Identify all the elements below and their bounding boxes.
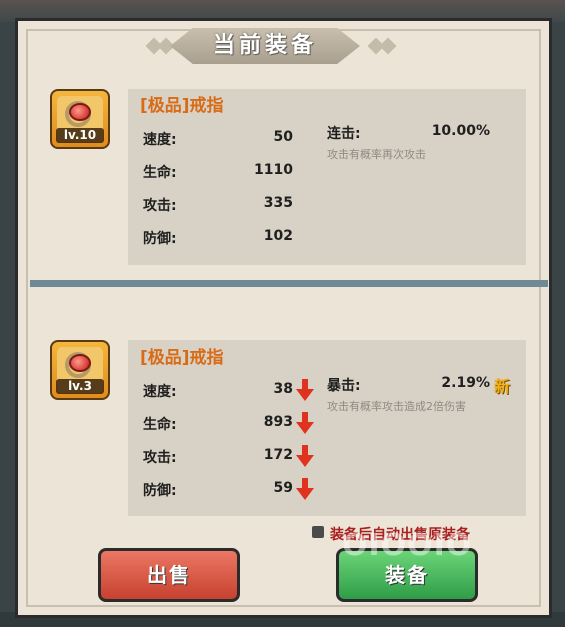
- current-ring-icon[interactable]: lv.10: [50, 89, 110, 149]
- stat-label: 生命:: [143, 417, 177, 433]
- stat-value: 50: [273, 129, 293, 145]
- stat-value: 893: [263, 414, 293, 430]
- auto-sell-checkbox[interactable]: [312, 526, 324, 538]
- stat-label: 防御:: [143, 483, 177, 499]
- down-arrow-icon: [296, 379, 314, 401]
- item-level: lv.3: [56, 379, 104, 394]
- down-arrow-icon: [296, 478, 314, 500]
- stat-label: 攻击:: [143, 198, 177, 214]
- watermark: OIOOIO: [342, 528, 473, 563]
- right-diamond-icon: [379, 37, 397, 55]
- item-name: [极品]戒指: [140, 96, 224, 116]
- stat-label: 攻击:: [143, 450, 177, 466]
- stat-value: 59: [273, 480, 293, 496]
- special-stat-label: 暴击:: [327, 378, 361, 394]
- new-badge: 新: [494, 377, 511, 396]
- down-arrow-icon: [296, 445, 314, 467]
- header-ribbon: 当前装备: [130, 28, 400, 64]
- stat-value: 1110: [254, 162, 293, 178]
- special-stat-label: 连击:: [327, 126, 361, 142]
- special-stat-value: 2.19%: [441, 375, 490, 391]
- new-ring-icon[interactable]: lv.3: [50, 340, 110, 400]
- special-stat-desc: 攻击有概率再次攻击: [327, 148, 426, 161]
- stat-label: 速度:: [143, 132, 177, 148]
- item-name: [极品]戒指: [140, 348, 224, 368]
- stat-label: 生命:: [143, 165, 177, 181]
- stat-value: 102: [263, 228, 293, 244]
- gem-icon: [69, 354, 91, 372]
- page-title: 当前装备: [212, 33, 317, 58]
- stat-value: 38: [273, 381, 293, 397]
- item-level: lv.10: [56, 128, 104, 143]
- stat-value: 172: [263, 447, 293, 463]
- section-divider: [30, 280, 548, 287]
- stat-value: 335: [263, 195, 293, 211]
- sell-button[interactable]: 出售: [98, 548, 240, 602]
- gem-icon: [69, 103, 91, 121]
- special-stat-desc: 攻击有概率攻击造成2倍伤害: [327, 400, 466, 413]
- stat-label: 速度:: [143, 384, 177, 400]
- stat-label: 防御:: [143, 231, 177, 247]
- down-arrow-icon: [296, 412, 314, 434]
- special-stat-value: 10.00%: [431, 123, 490, 139]
